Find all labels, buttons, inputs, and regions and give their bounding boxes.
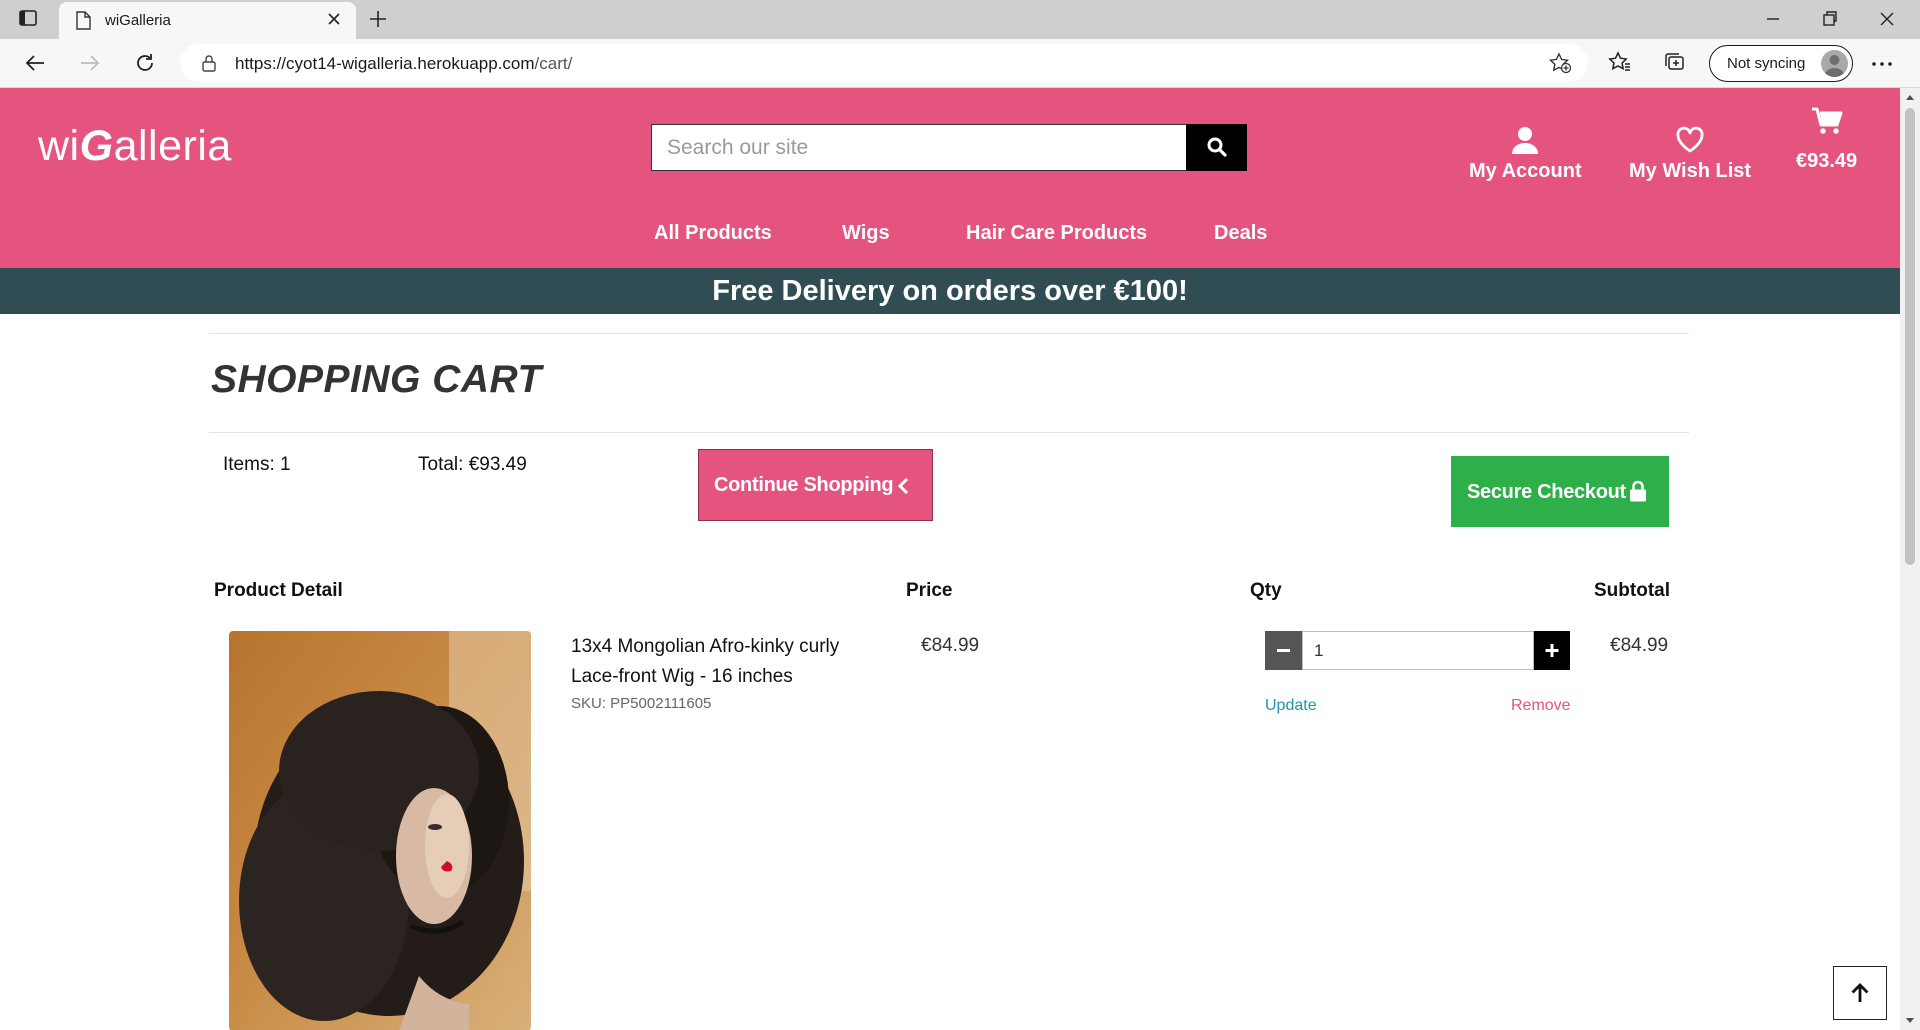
cart-icon — [1811, 107, 1843, 134]
page-viewport: wiGalleria My Account My Wish List €93.4… — [0, 88, 1900, 1030]
nav-wigs[interactable]: Wigs — [842, 222, 890, 245]
forward-icon[interactable] — [78, 51, 102, 75]
tab-actions-icon[interactable] — [18, 9, 42, 31]
restore-icon[interactable] — [1822, 9, 1838, 29]
url-host: https://cyot14-wigalleria.herokuapp.com — [235, 54, 535, 73]
browser-tab-bar: wiGalleria — [0, 0, 1920, 39]
sync-label: Not syncing — [1727, 55, 1806, 72]
add-favorite-icon[interactable] — [1548, 52, 1572, 74]
close-window-icon[interactable] — [1879, 9, 1895, 29]
search-icon — [1207, 137, 1227, 157]
lock-icon — [1630, 480, 1646, 502]
scroll-down-icon[interactable] — [1905, 1017, 1915, 1025]
continue-shopping-button[interactable]: Continue Shopping — [698, 449, 933, 521]
back-to-top-button[interactable] — [1833, 966, 1887, 1020]
url-path: /cart/ — [534, 54, 573, 73]
free-delivery-banner: Free Delivery on orders over €100! — [0, 268, 1900, 314]
quantity-stepper — [1265, 631, 1570, 670]
back-icon[interactable] — [23, 51, 47, 75]
chevron-left-icon — [897, 477, 909, 495]
more-options-icon[interactable] — [1872, 62, 1892, 66]
my-wishlist-label: My Wish List — [1629, 160, 1752, 182]
minimize-icon[interactable] — [1765, 9, 1781, 29]
nav-hair-care-products[interactable]: Hair Care Products — [966, 222, 1147, 245]
logo-g: G — [79, 122, 114, 170]
divider — [209, 432, 1689, 433]
product-subtotal: €84.99 — [1610, 635, 1669, 656]
arrow-up-icon — [1851, 983, 1869, 1002]
site-search — [651, 124, 1247, 171]
decrement-button[interactable] — [1265, 631, 1302, 670]
my-account-link[interactable]: My Account — [1469, 126, 1582, 183]
search-input[interactable] — [651, 124, 1186, 171]
column-header-price: Price — [906, 580, 953, 601]
new-tab-icon[interactable] — [368, 9, 388, 29]
search-button[interactable] — [1186, 124, 1247, 171]
update-link[interactable]: Update — [1265, 697, 1317, 715]
cart-items-count: Items: 1 — [223, 454, 291, 475]
remove-link[interactable]: Remove — [1511, 697, 1571, 715]
site-header: wiGalleria My Account My Wish List €93.4… — [0, 88, 1900, 268]
profile-sync-button[interactable]: Not syncing — [1709, 45, 1853, 82]
refresh-icon[interactable] — [133, 51, 157, 75]
profile-avatar-icon — [1821, 50, 1848, 77]
plus-icon — [1545, 644, 1559, 657]
cart-link[interactable]: €93.49 — [1796, 106, 1857, 173]
nav-all-products[interactable]: All Products — [654, 222, 772, 245]
product-sku: SKU: PP5002111605 — [571, 695, 712, 712]
secure-checkout-label: Secure Checkout — [1467, 481, 1626, 503]
my-account-label: My Account — [1469, 160, 1582, 182]
logo-start: wi — [38, 122, 80, 170]
column-header-product-detail: Product Detail — [214, 580, 343, 601]
tab-title: wiGalleria — [105, 12, 171, 29]
scrollbar-thumb[interactable] — [1905, 108, 1915, 565]
product-price: €84.99 — [921, 635, 980, 656]
my-wishlist-link[interactable]: My Wish List — [1629, 126, 1751, 183]
site-logo[interactable]: wiGalleria — [38, 122, 232, 171]
close-tab-icon[interactable] — [327, 12, 341, 26]
divider — [209, 333, 1689, 334]
url-field[interactable]: https://cyot14-wigalleria.herokuapp.com/… — [180, 44, 1588, 82]
browser-tab[interactable]: wiGalleria — [59, 2, 356, 39]
collections-icon[interactable] — [1662, 50, 1686, 74]
page-icon — [75, 11, 91, 30]
scroll-up-icon[interactable] — [1905, 93, 1915, 101]
user-icon — [1512, 127, 1539, 154]
column-header-qty: Qty — [1250, 580, 1282, 601]
product-name[interactable]: 13x4 Mongolian Afro-kinky curly Lace-fro… — [571, 632, 881, 692]
page-scrollbar[interactable] — [1900, 88, 1920, 1030]
product-image[interactable] — [229, 631, 531, 1030]
increment-button[interactable] — [1534, 631, 1570, 670]
lock-icon[interactable] — [201, 54, 217, 72]
column-header-subtotal: Subtotal — [1594, 580, 1670, 601]
secure-checkout-button[interactable]: Secure Checkout — [1451, 456, 1669, 527]
minus-icon — [1277, 649, 1290, 652]
address-bar: https://cyot14-wigalleria.herokuapp.com/… — [0, 39, 1920, 88]
favorites-icon[interactable] — [1608, 50, 1632, 74]
cart-total: €93.49 — [1796, 150, 1858, 172]
logo-end: alleria — [113, 122, 232, 170]
heart-icon — [1676, 126, 1704, 153]
quantity-input[interactable] — [1302, 631, 1534, 670]
continue-shopping-label: Continue Shopping — [714, 474, 894, 496]
nav-deals[interactable]: Deals — [1214, 222, 1267, 245]
page-title: SHOPPING CART — [211, 358, 542, 401]
cart-total-summary: Total: €93.49 — [418, 454, 527, 475]
